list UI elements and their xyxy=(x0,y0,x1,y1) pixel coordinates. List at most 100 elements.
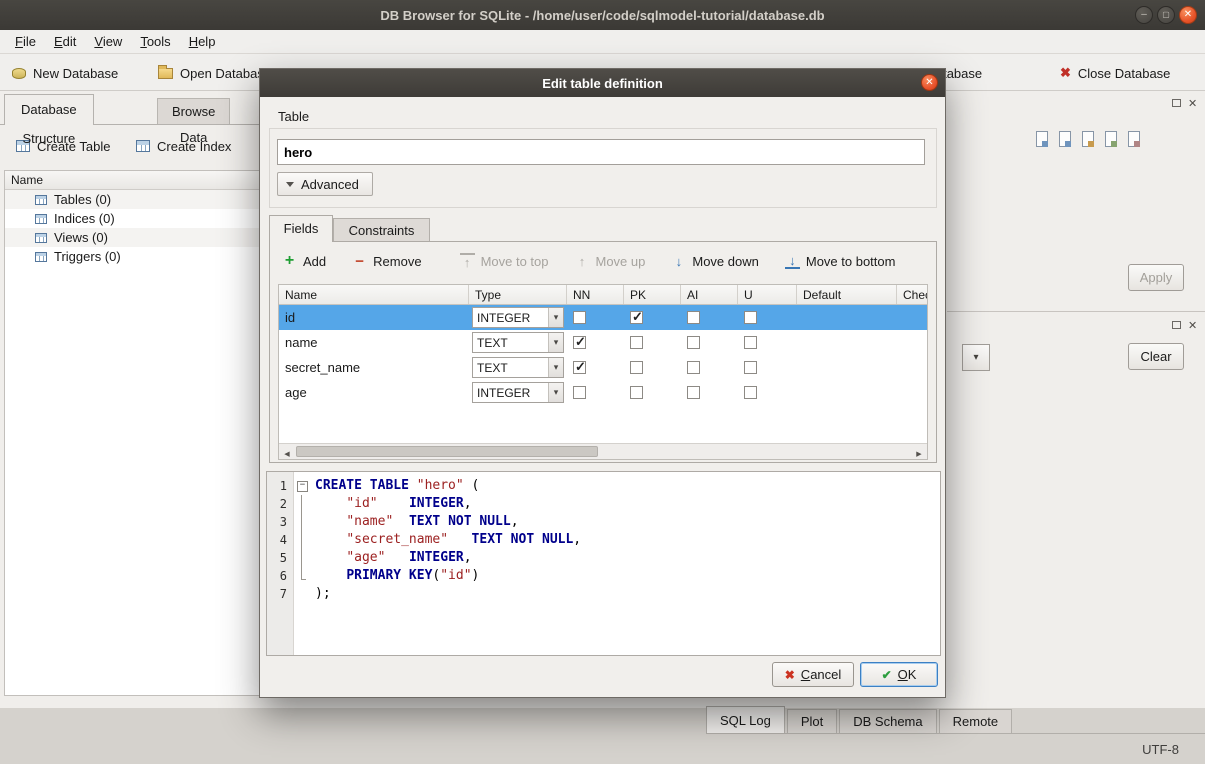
menu-help[interactable]: Help xyxy=(180,32,225,51)
table-name-input[interactable] xyxy=(277,139,925,165)
field-type-cell[interactable]: INTEGER xyxy=(469,380,567,405)
column-header-ai[interactable]: AI xyxy=(681,285,738,304)
field-name-cell[interactable]: age xyxy=(279,380,469,405)
pk-checkbox[interactable] xyxy=(630,386,643,399)
field-row[interactable]: secret_nameTEXT xyxy=(279,355,927,380)
toolbar-icon[interactable] xyxy=(1036,131,1048,147)
column-header-type[interactable]: Type xyxy=(469,285,567,304)
type-combo[interactable]: TEXT xyxy=(472,332,564,353)
close-dock-icon[interactable] xyxy=(1188,317,1197,332)
sql-editor[interactable]: 1CREATE TABLE "hero" (2 "id" INTEGER,3 "… xyxy=(266,471,941,656)
field-type-cell[interactable]: INTEGER xyxy=(469,305,567,330)
float-dock-icon[interactable] xyxy=(1172,321,1181,329)
field-row[interactable]: ageINTEGER xyxy=(279,380,927,405)
u-checkbox[interactable] xyxy=(744,386,757,399)
cell-editor-toolbar xyxy=(1036,131,1140,147)
tab-fields[interactable]: Fields xyxy=(269,215,333,242)
u-checkbox[interactable] xyxy=(744,361,757,374)
horizontal-scrollbar[interactable] xyxy=(279,443,927,459)
field-default-cell[interactable] xyxy=(797,305,897,330)
column-header-name[interactable]: Name xyxy=(279,285,469,304)
close-button[interactable] xyxy=(1179,6,1197,24)
type-combo[interactable]: TEXT xyxy=(472,357,564,378)
ai-checkbox[interactable] xyxy=(687,336,700,349)
pk-checkbox[interactable] xyxy=(630,361,643,374)
dialog-close-button[interactable] xyxy=(921,74,938,91)
clear-button[interactable]: Clear xyxy=(1128,343,1184,370)
bottom-tab-sql-log[interactable]: SQL Log xyxy=(706,706,785,734)
pk-checkbox[interactable] xyxy=(630,311,643,324)
bottom-tab-db-schema[interactable]: DB Schema xyxy=(839,709,936,734)
bottom-tab-remote[interactable]: Remote xyxy=(939,709,1013,734)
field-name-cell[interactable]: id xyxy=(279,305,469,330)
field-name-cell[interactable]: secret_name xyxy=(279,355,469,380)
open-database-button[interactable]: Open Database xyxy=(158,61,271,85)
ai-checkbox[interactable] xyxy=(687,361,700,374)
u-checkbox[interactable] xyxy=(744,336,757,349)
cancel-button[interactable]: Cancel xyxy=(772,662,854,687)
scroll-left-arrow-icon[interactable] xyxy=(279,444,295,459)
toolbar-icon[interactable] xyxy=(1128,131,1140,147)
table-icon xyxy=(35,252,47,262)
column-header-pk[interactable]: PK xyxy=(624,285,681,304)
fold-marker-icon[interactable] xyxy=(293,477,311,495)
field-check-cell[interactable] xyxy=(897,355,927,380)
u-checkbox[interactable] xyxy=(744,311,757,324)
field-type-cell[interactable]: TEXT xyxy=(469,355,567,380)
new-database-button[interactable]: New Database xyxy=(12,61,118,85)
move-to-bottom-button[interactable]: Move to bottom xyxy=(785,253,896,269)
scrollbar-thumb[interactable] xyxy=(296,446,598,457)
maximize-button[interactable] xyxy=(1157,6,1175,24)
ai-checkbox[interactable] xyxy=(687,311,700,324)
tab-browse-data[interactable]: Browse Data xyxy=(157,98,230,125)
remove-button[interactable]: Remove xyxy=(352,253,421,269)
float-dock-icon[interactable] xyxy=(1172,99,1181,107)
field-type-cell[interactable]: TEXT xyxy=(469,330,567,355)
field-default-cell[interactable] xyxy=(797,355,897,380)
dialog-title: Edit table definition xyxy=(542,76,663,91)
field-check-cell[interactable] xyxy=(897,330,927,355)
dialog-title-bar[interactable]: Edit table definition xyxy=(260,69,945,97)
column-header-u[interactable]: U xyxy=(738,285,797,304)
toolbar-icon[interactable] xyxy=(1082,131,1094,147)
apply-button[interactable]: Apply xyxy=(1128,264,1184,291)
type-combo[interactable]: INTEGER xyxy=(472,307,564,328)
pk-checkbox[interactable] xyxy=(630,336,643,349)
title-bar[interactable]: DB Browser for SQLite - /home/user/code/… xyxy=(0,0,1205,30)
toolbar-icon[interactable] xyxy=(1059,131,1071,147)
column-header-check[interactable]: Check xyxy=(897,285,927,304)
tab-constraints[interactable]: Constraints xyxy=(333,218,430,242)
type-combo[interactable]: INTEGER xyxy=(472,382,564,403)
ok-button[interactable]: OK xyxy=(860,662,938,687)
add-button[interactable]: Add xyxy=(282,253,326,269)
field-default-cell[interactable] xyxy=(797,330,897,355)
create-index-button[interactable]: Create Index xyxy=(128,131,239,161)
column-header-default[interactable]: Default xyxy=(797,285,897,304)
close-database-button[interactable]: Close Database xyxy=(1060,61,1170,85)
advanced-toggle-button[interactable]: Advanced xyxy=(277,172,373,196)
close-dock-icon[interactable] xyxy=(1188,95,1197,110)
nn-checkbox[interactable] xyxy=(573,361,586,374)
toolbar-icon[interactable] xyxy=(1105,131,1117,147)
menu-tools[interactable]: Tools xyxy=(131,32,179,51)
move-down-button[interactable]: Move down xyxy=(671,253,758,269)
field-default-cell[interactable] xyxy=(797,380,897,405)
field-row[interactable]: nameTEXT xyxy=(279,330,927,355)
mode-combo-fragment[interactable] xyxy=(962,344,990,371)
field-row[interactable]: idINTEGER xyxy=(279,305,927,330)
menu-view[interactable]: View xyxy=(85,32,131,51)
ai-checkbox[interactable] xyxy=(687,386,700,399)
column-header-nn[interactable]: NN xyxy=(567,285,624,304)
field-check-cell[interactable] xyxy=(897,305,927,330)
nn-checkbox[interactable] xyxy=(573,311,586,324)
nn-checkbox[interactable] xyxy=(573,336,586,349)
bottom-tab-plot[interactable]: Plot xyxy=(787,709,837,734)
field-name-cell[interactable]: name xyxy=(279,330,469,355)
field-check-cell[interactable] xyxy=(897,380,927,405)
menu-edit[interactable]: Edit xyxy=(45,32,85,51)
nn-checkbox[interactable] xyxy=(573,386,586,399)
scroll-right-arrow-icon[interactable] xyxy=(911,444,927,459)
menu-file[interactable]: File xyxy=(6,32,45,51)
minimize-button[interactable] xyxy=(1135,6,1153,24)
tab-database-structure[interactable]: Database Structure xyxy=(4,94,94,125)
